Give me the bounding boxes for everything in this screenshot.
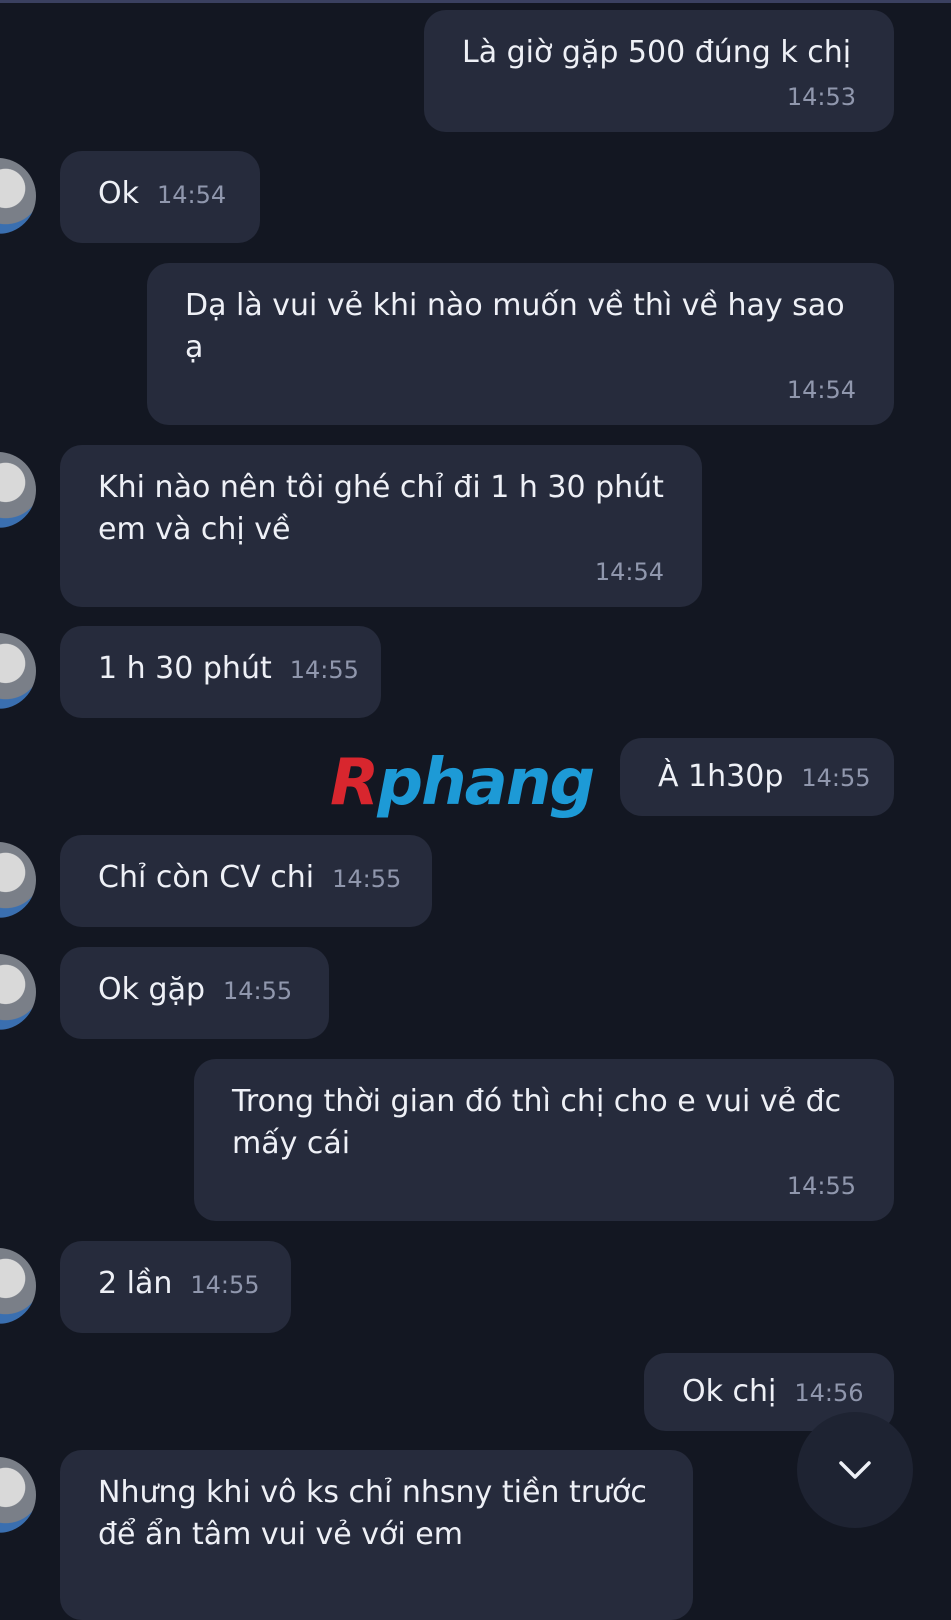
contact-avatar[interactable]	[0, 633, 36, 709]
message-time: 14:55	[801, 764, 871, 792]
message-time: 14:53	[786, 83, 856, 111]
message-bubble-incoming[interactable]: Ok gặp 14:55	[60, 947, 329, 1039]
contact-avatar[interactable]	[0, 842, 36, 918]
message-text: 1 h 30 phút	[98, 651, 272, 686]
message-text: Ok chị	[682, 1374, 777, 1409]
chevron-down-icon	[839, 1461, 871, 1479]
message-time: 14:55	[332, 865, 402, 893]
contact-avatar[interactable]	[0, 1248, 36, 1324]
message-bubble-incoming[interactable]: 2 lần 14:55	[60, 1241, 291, 1333]
message-time: 14:55	[289, 656, 359, 684]
message-time: 14:54	[157, 181, 227, 209]
message-bubble-incoming[interactable]: 1 h 30 phút 14:55	[60, 626, 381, 718]
message-bubble-incoming[interactable]: Ok 14:54	[60, 151, 260, 243]
message-text: Khi nào nên tôi ghé chỉ đi 1 h 30 phút e…	[98, 470, 664, 547]
message-bubble-outgoing[interactable]: À 1h30p 14:55	[620, 738, 894, 816]
contact-avatar[interactable]	[0, 452, 36, 528]
message-time: 14:54	[594, 558, 664, 586]
scroll-to-bottom-button[interactable]	[797, 1412, 913, 1528]
message-bubble-incoming[interactable]: Chỉ còn CV chi 14:55	[60, 835, 432, 927]
message-time: 14:56	[794, 1379, 864, 1407]
message-text: Trong thời gian đó thì chị cho e vui vẻ …	[232, 1084, 842, 1161]
message-text: Ok gặp	[98, 972, 205, 1007]
message-time: 14:55	[223, 977, 293, 1005]
message-bubble-incoming[interactable]: Nhưng khi vô ks chỉ nhsny tiền trước để …	[60, 1450, 693, 1620]
message-bubble-outgoing[interactable]: Trong thời gian đó thì chị cho e vui vẻ …	[194, 1059, 894, 1221]
message-text: Ok	[98, 176, 139, 211]
message-text: À 1h30p	[658, 759, 784, 794]
message-time: 14:54	[786, 376, 856, 404]
message-bubble-outgoing[interactable]: Dạ là vui vẻ khi nào muốn về thì về hay …	[147, 263, 894, 425]
top-divider	[0, 0, 951, 3]
contact-avatar[interactable]	[0, 1457, 36, 1533]
message-text: Chỉ còn CV chi	[98, 860, 315, 895]
watermark-logo: Rphang	[330, 746, 595, 820]
message-bubble-incoming[interactable]: Khi nào nên tôi ghé chỉ đi 1 h 30 phút e…	[60, 445, 702, 607]
message-time: 14:55	[190, 1271, 260, 1299]
message-text: Là giờ gặp 500 đúng k chị	[462, 35, 852, 70]
message-text: Dạ là vui vẻ khi nào muốn về thì về hay …	[185, 288, 845, 365]
contact-avatar[interactable]	[0, 158, 36, 234]
message-bubble-outgoing[interactable]: Là giờ gặp 500 đúng k chị 14:53	[424, 10, 894, 132]
message-text: Nhưng khi vô ks chỉ nhsny tiền trước để …	[98, 1475, 647, 1552]
contact-avatar[interactable]	[0, 954, 36, 1030]
message-text: 2 lần	[98, 1266, 173, 1301]
message-time: 14:55	[786, 1172, 856, 1200]
